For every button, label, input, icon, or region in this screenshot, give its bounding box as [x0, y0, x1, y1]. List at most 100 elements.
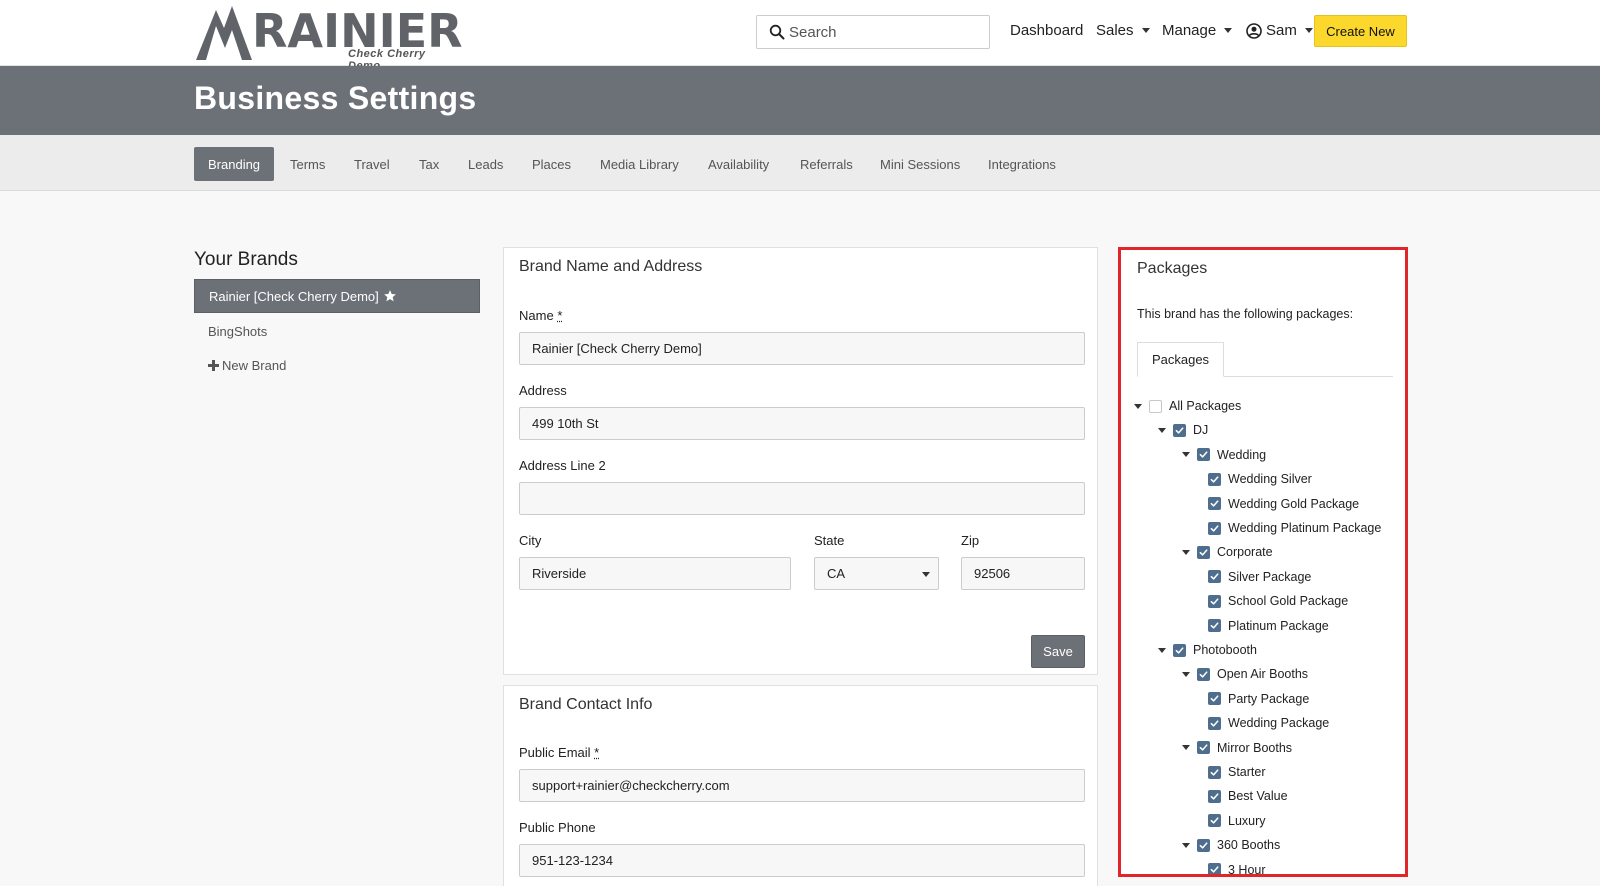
package-checkbox[interactable]: [1208, 765, 1221, 779]
search-icon: [769, 24, 785, 40]
package-checkbox[interactable]: [1173, 423, 1186, 437]
tree-item-label: Luxury: [1228, 813, 1266, 828]
create-new-button[interactable]: Create New: [1314, 15, 1407, 47]
package-checkbox[interactable]: [1208, 814, 1221, 828]
search-input[interactable]: [789, 23, 979, 41]
check-icon: [1210, 866, 1219, 873]
package-checkbox[interactable]: [1173, 643, 1186, 657]
brand-name-input[interactable]: [519, 332, 1085, 365]
package-checkbox[interactable]: [1208, 789, 1221, 803]
check-icon: [1210, 573, 1219, 580]
package-checkbox[interactable]: [1208, 497, 1221, 511]
address-line2-input[interactable]: [519, 482, 1085, 515]
address-label: Address: [519, 383, 567, 398]
check-icon: [1210, 500, 1219, 507]
tab-integrations[interactable]: Integrations: [974, 147, 1070, 181]
state-value: CA: [827, 566, 846, 581]
tab-mini-sessions[interactable]: Mini Sessions: [866, 147, 974, 181]
tab-terms[interactable]: Terms: [276, 147, 339, 181]
check-icon: [1210, 768, 1219, 776]
tree-item-label: Mirror Booths: [1217, 740, 1293, 755]
brands-title: Your Brands: [194, 249, 298, 270]
tree-item: 3 Hour: [1208, 860, 1266, 874]
nav-sales-label: Sales: [1096, 22, 1134, 39]
tab-places[interactable]: Places: [518, 147, 585, 181]
package-checkbox[interactable]: [1208, 863, 1221, 874]
address-input[interactable]: [519, 407, 1085, 440]
package-checkbox[interactable]: [1208, 594, 1221, 608]
tab-tax[interactable]: Tax: [405, 147, 453, 181]
nav-user-label: Sam: [1266, 22, 1297, 39]
package-checkbox[interactable]: [1149, 399, 1162, 413]
package-checkbox[interactable]: [1208, 692, 1221, 706]
tab-referrals[interactable]: Referrals: [786, 147, 867, 181]
nav-manage-dropdown[interactable]: Manage: [1162, 22, 1233, 39]
chevron-down-icon: [1141, 28, 1150, 33]
zip-label: Zip: [961, 533, 980, 548]
nav-user-dropdown[interactable]: Sam: [1246, 22, 1313, 39]
brand-logo[interactable]: RAINIER Check Cherry Demo: [194, 4, 463, 72]
package-checkbox[interactable]: [1197, 545, 1210, 559]
tree-item: Silver Package: [1208, 567, 1311, 587]
check-icon: [1199, 549, 1208, 556]
package-checkbox[interactable]: [1208, 570, 1221, 584]
chevron-down-icon[interactable]: [1182, 549, 1190, 555]
tree-item: Wedding Silver: [1208, 469, 1312, 489]
name-label: Name *: [519, 308, 563, 323]
tab-branding[interactable]: Branding: [194, 147, 275, 181]
nav-dashboard[interactable]: Dashboard: [1010, 22, 1083, 39]
tree-item: Wedding Platinum Package: [1208, 518, 1381, 538]
tab-media-library[interactable]: Media Library: [586, 147, 693, 181]
chevron-down-icon[interactable]: [1182, 671, 1190, 677]
plus-icon: [208, 359, 219, 371]
chevron-down-icon: [922, 572, 930, 577]
check-icon: [1199, 744, 1208, 751]
nav-sales-dropdown[interactable]: Sales: [1096, 22, 1150, 39]
state-select[interactable]: CA: [814, 557, 939, 590]
check-icon: [1210, 598, 1219, 605]
save-button[interactable]: Save: [1031, 635, 1085, 668]
chevron-down-icon[interactable]: [1134, 403, 1142, 409]
package-checkbox[interactable]: [1208, 472, 1221, 486]
zip-input[interactable]: [961, 557, 1085, 590]
brand-item-bingshots[interactable]: BingShots: [194, 314, 480, 348]
tab-availability[interactable]: Availability: [694, 147, 783, 181]
city-input[interactable]: [519, 557, 791, 590]
package-checkbox[interactable]: [1208, 619, 1221, 633]
public-phone-label: Public Phone: [519, 820, 596, 835]
brand-item-rainier[interactable]: Rainier [Check Cherry Demo]: [194, 279, 480, 313]
tab-travel[interactable]: Travel: [340, 147, 404, 181]
package-checkbox[interactable]: [1197, 741, 1210, 755]
package-checkbox[interactable]: [1197, 667, 1210, 681]
chevron-down-icon[interactable]: [1182, 842, 1190, 848]
new-brand-button[interactable]: New Brand: [194, 348, 480, 382]
brand-item-label: BingShots: [208, 323, 268, 339]
tab-packages[interactable]: Packages: [1137, 342, 1224, 377]
packages-description: This brand has the following packages:: [1137, 307, 1354, 321]
tab-leads[interactable]: Leads: [454, 147, 517, 181]
public-email-input[interactable]: [519, 769, 1085, 802]
tree-item: Luxury: [1208, 811, 1266, 831]
public-phone-input[interactable]: [519, 844, 1085, 877]
tree-item-label: Wedding: [1217, 447, 1267, 462]
check-icon: [1210, 793, 1219, 800]
tree-item: Platinum Package: [1208, 616, 1329, 636]
tree-item-label: Platinum Package: [1228, 618, 1329, 633]
nav-dashboard-label: Dashboard: [1010, 22, 1084, 39]
package-checkbox[interactable]: [1208, 716, 1221, 730]
tree-item: Corporate: [1182, 542, 1273, 562]
chevron-down-icon[interactable]: [1182, 452, 1190, 458]
package-checkbox[interactable]: [1208, 521, 1221, 535]
brand-address-card: Brand Name and Address Name * Address Ad…: [503, 247, 1098, 675]
chevron-down-icon[interactable]: [1158, 427, 1166, 433]
tree-item: School Gold Package: [1208, 591, 1348, 611]
chevron-down-icon: [1304, 28, 1313, 33]
package-checkbox[interactable]: [1197, 838, 1210, 852]
chevron-down-icon[interactable]: [1182, 745, 1190, 751]
brand-contact-card: Brand Contact Info Public Email * Public…: [503, 685, 1098, 886]
search-box[interactable]: [756, 15, 990, 49]
package-checkbox[interactable]: [1197, 448, 1210, 462]
check-icon: [1175, 427, 1184, 434]
chevron-down-icon[interactable]: [1158, 647, 1166, 653]
tree-item-label: Wedding Silver: [1228, 472, 1312, 487]
